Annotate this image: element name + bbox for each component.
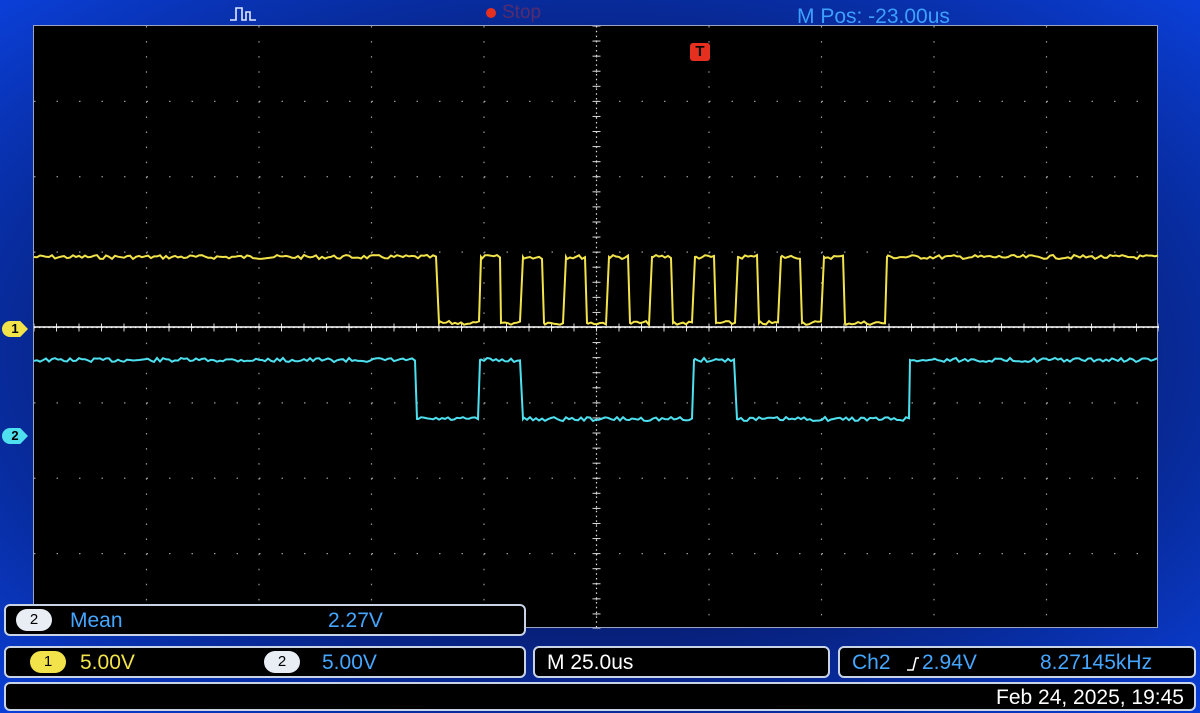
stop-indicator-icon (486, 8, 496, 18)
timebase-readout: M 25.0us (547, 651, 634, 674)
ch2-volts-per-div: 5.00V (322, 651, 377, 674)
trigger-marker-label: T (695, 43, 705, 60)
trigger-source: Ch2 (852, 651, 891, 674)
trigger-status-label: Stop (502, 2, 542, 23)
ch1-ground-marker[interactable]: 1 (2, 321, 28, 337)
datetime-bar: Feb 24, 2025, 19:45 (4, 682, 1196, 711)
trigger-panel[interactable]: Ch2 2.94V 8.27145kHz (838, 646, 1196, 678)
measure-name: Mean (70, 609, 123, 632)
trigger-frequency: 8.27145kHz (1040, 651, 1153, 674)
waveform-display[interactable] (33, 25, 1159, 629)
trigger-level: 2.94V (922, 651, 977, 674)
ch1-marker-label: 1 (11, 321, 19, 336)
trigger-status: Stop (486, 2, 541, 24)
measure-value: 2.27V (328, 609, 383, 632)
ch1-scale-chip: 1 (30, 651, 66, 673)
vertical-scale-panel[interactable]: 1 5.00V 2 5.00V (4, 646, 526, 678)
datetime: Feb 24, 2025, 19:45 (996, 686, 1184, 709)
ch1-scale-num: 1 (43, 653, 53, 670)
ch1-volts-per-div: 5.00V (80, 651, 135, 674)
ch2-waveform (34, 356, 1158, 423)
waveform-graticule (34, 26, 1159, 629)
rising-edge-icon (906, 655, 920, 678)
measure-channel-label: 2 (29, 611, 39, 628)
measurement-panel[interactable]: 2 Mean 2.27V (4, 604, 526, 636)
measure-channel-chip: 2 (16, 609, 52, 631)
ch2-marker-label: 2 (11, 428, 19, 443)
ch2-scale-num: 2 (277, 653, 287, 670)
ch2-ground-marker[interactable]: 2 (2, 428, 28, 444)
ch2-scale-chip: 2 (264, 651, 300, 673)
timebase-panel[interactable]: M 25.0us (533, 646, 830, 678)
trigger-level-marker-icon[interactable]: T (690, 43, 710, 61)
